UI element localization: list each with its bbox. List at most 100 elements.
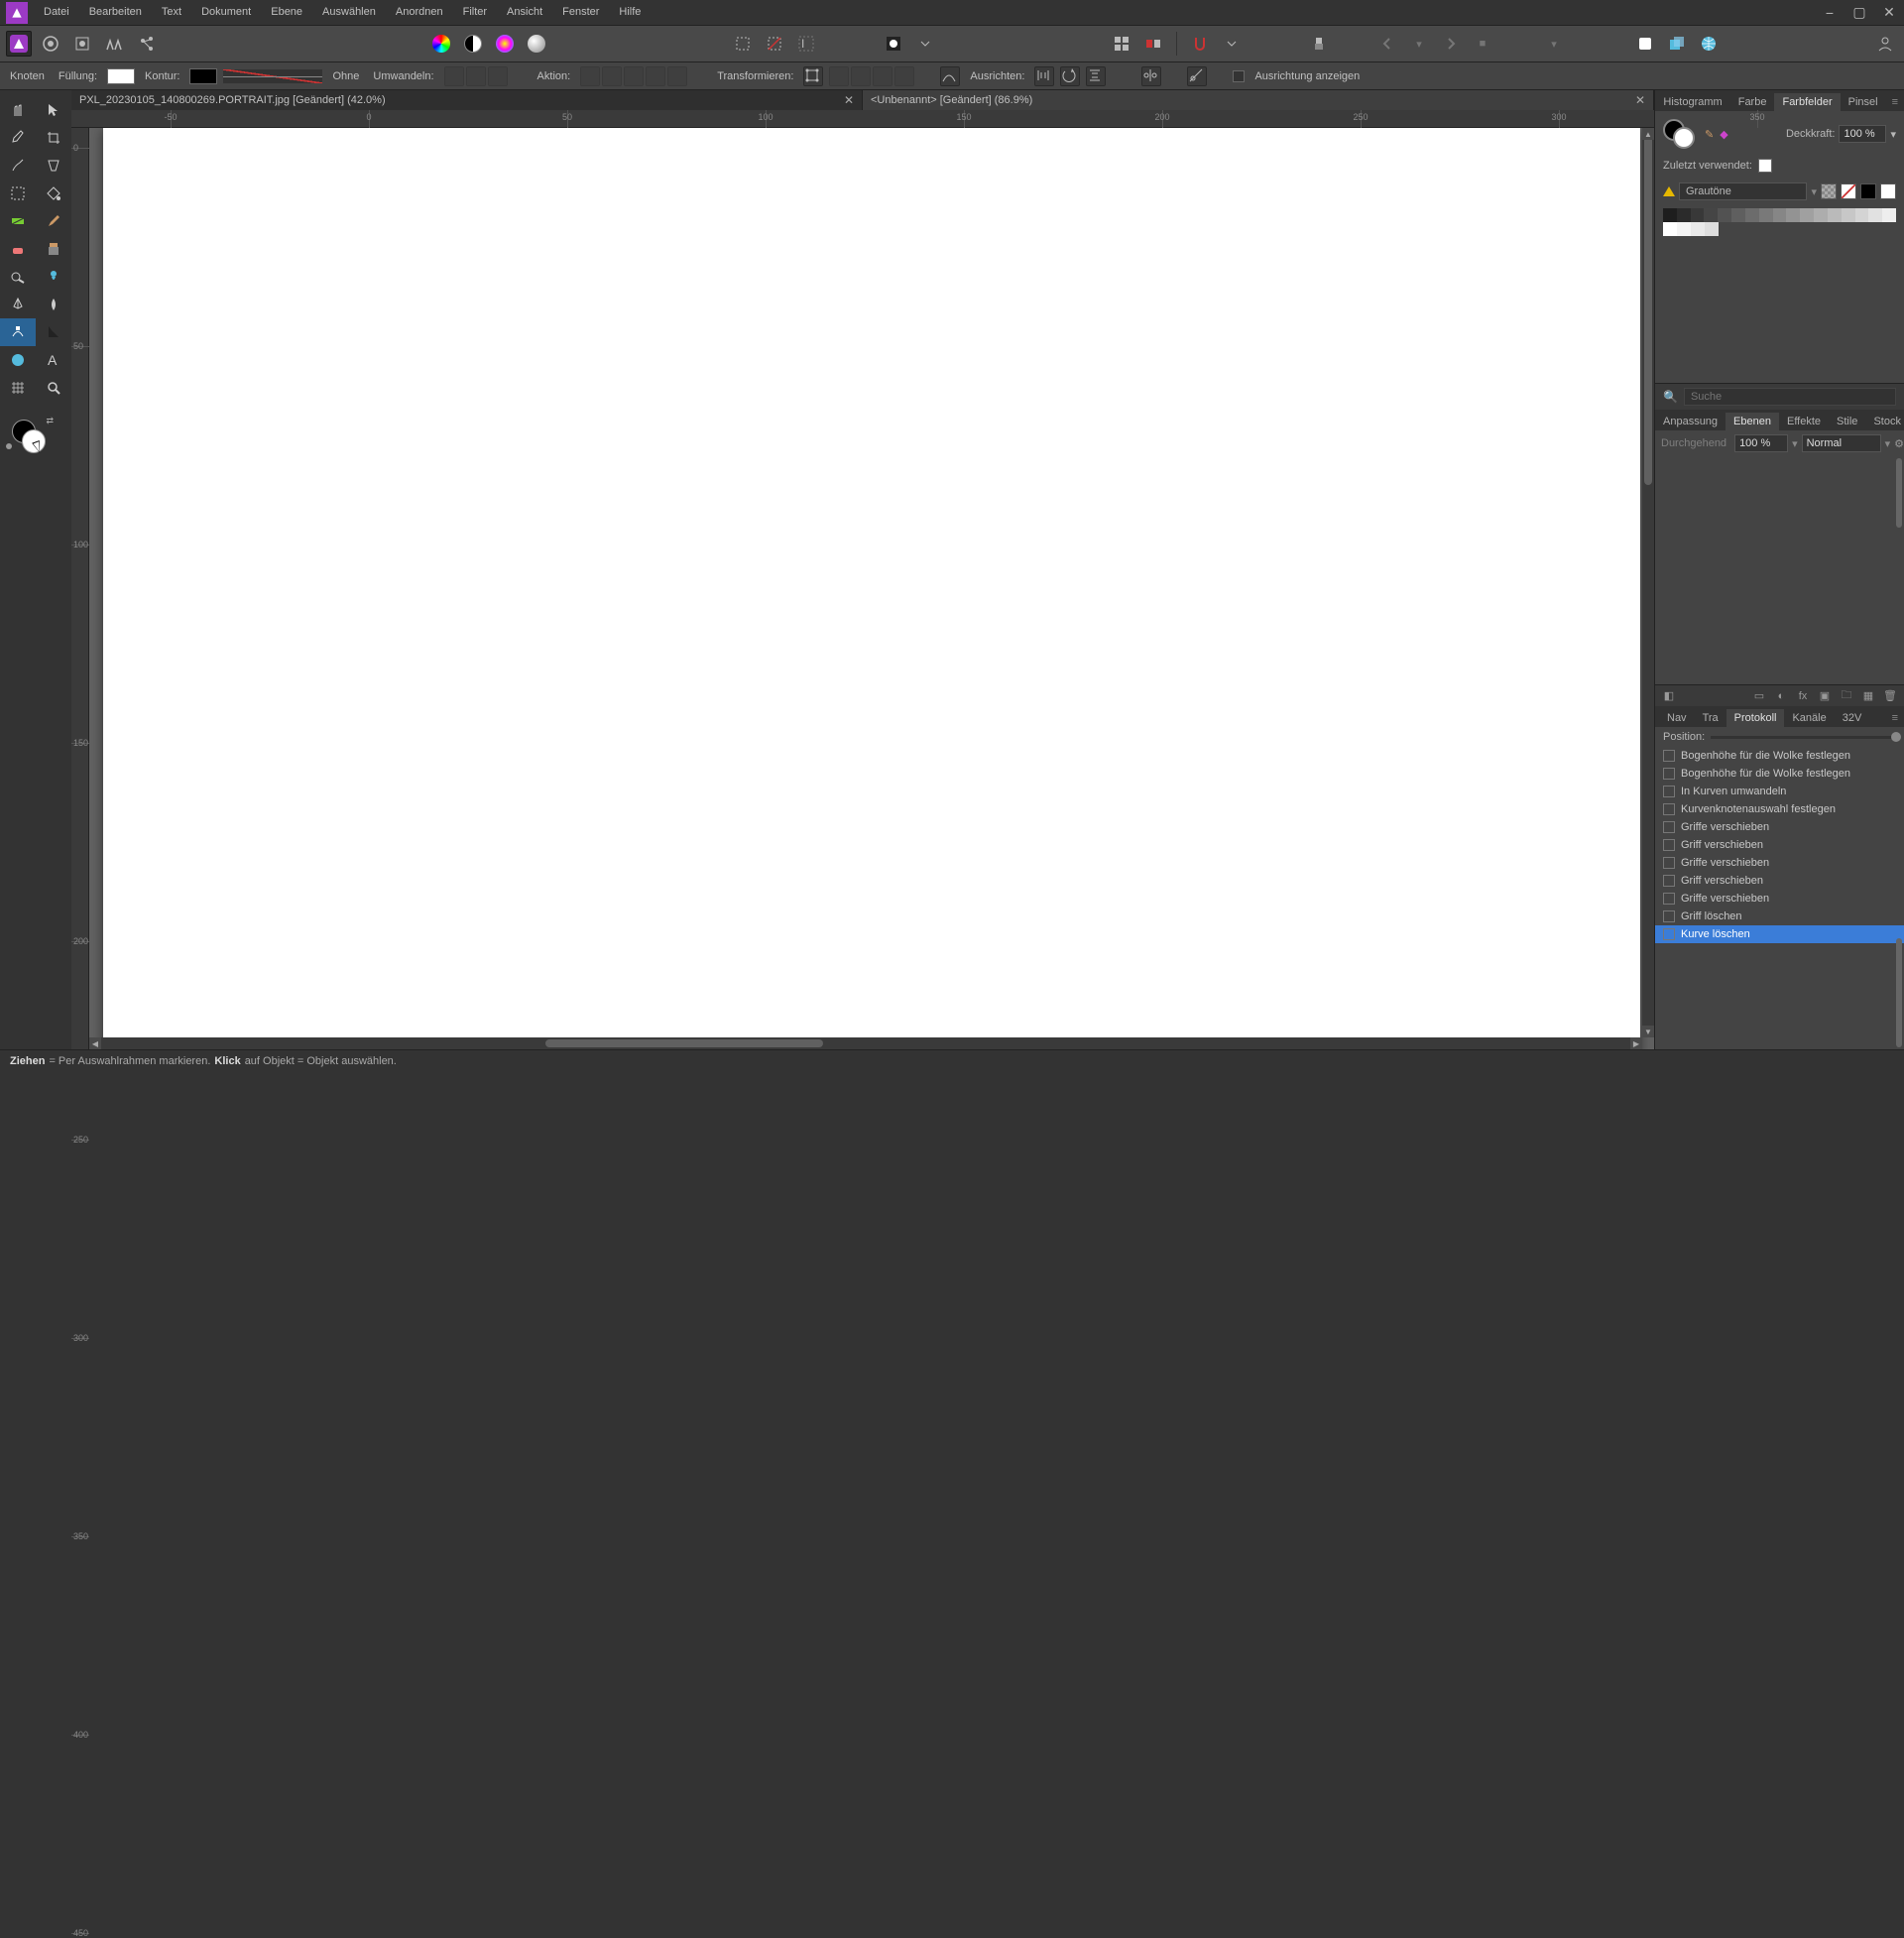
palette-view-grid-icon[interactable] [1821,183,1837,199]
tab-pinsel[interactable]: Pinsel [1841,93,1886,111]
cloud-doc-icon[interactable] [1632,31,1658,57]
assistant-icon[interactable] [1306,31,1332,57]
swap-colors-icon[interactable]: ⇄ [46,416,54,426]
recent-swatch[interactable] [1758,159,1772,173]
tab-protokoll[interactable]: Protokoll [1726,709,1785,727]
gray-swatch[interactable] [1842,208,1855,222]
gray-swatch[interactable] [1828,208,1842,222]
tab-farbfelder[interactable]: Farbfelder [1774,93,1840,111]
maximize-button[interactable]: ▢ [1844,0,1874,25]
persona-export[interactable] [133,31,159,57]
close-tab-1-icon[interactable]: ✕ [1635,93,1645,107]
selection-rect-icon[interactable] [730,31,756,57]
text-tool[interactable]: A [36,346,71,374]
transform-mode-button[interactable] [803,66,823,86]
history-scroll-thumb[interactable] [1896,938,1902,1047]
layer-blend-dropdown-icon[interactable]: ▾ [1885,437,1891,450]
palette-none-icon[interactable] [1841,183,1856,199]
show-align-checkbox[interactable] [1233,70,1245,82]
selection-brush-tool[interactable] [0,152,36,180]
tab-ebenen[interactable]: Ebenen [1726,413,1779,430]
gray-swatch[interactable] [1705,222,1719,236]
close-button[interactable]: ✕ [1874,0,1904,25]
gray-swatch[interactable] [1800,208,1814,222]
history-item[interactable]: Griff verschieben [1655,836,1904,854]
bw-icon[interactable] [460,31,486,57]
gray-swatch[interactable] [1663,208,1677,222]
tab-stock[interactable]: Stock [1865,413,1904,430]
panel-menu-icon[interactable]: ≡ [1886,93,1904,111]
shade-icon[interactable] [524,31,549,57]
history-item[interactable]: Griff verschieben [1655,872,1904,890]
gray-swatch[interactable] [1773,208,1787,222]
shape-tool[interactable] [0,346,36,374]
history-slider-handle[interactable] [1891,732,1901,742]
canvas-viewport[interactable]: ▲ ▼ ◀ ▶ [89,128,1654,1049]
history-item[interactable]: Griffe verschieben [1655,854,1904,872]
layer-opacity-dropdown-icon[interactable]: ▾ [1792,437,1798,450]
menu-dokument[interactable]: Dokument [191,0,261,25]
scrollbar-v-thumb[interactable] [1644,128,1652,485]
scroll-right-icon[interactable]: ▶ [1630,1037,1642,1049]
gray-swatch[interactable] [1663,222,1677,236]
grid-icon[interactable] [1109,31,1134,57]
flood-select-tool[interactable] [36,152,71,180]
palette-black-icon[interactable] [1860,183,1876,199]
cloud-globe-icon[interactable] [1696,31,1722,57]
reset-colors-icon[interactable] [6,443,12,449]
menu-bearbeiten[interactable]: Bearbeiten [79,0,152,25]
layers-scroll-thumb[interactable] [1896,458,1902,528]
stroke-width-slider[interactable] [223,69,322,83]
close-tab-0-icon[interactable]: ✕ [844,93,854,107]
layer-opacity-input[interactable] [1734,434,1788,452]
gray-swatch[interactable] [1677,222,1691,236]
persona-develop[interactable] [69,31,95,57]
scroll-left-icon[interactable]: ◀ [89,1037,101,1049]
align-flip-v-button[interactable] [1086,66,1106,86]
tab-histogramm[interactable]: Histogramm [1655,93,1729,111]
persona-tone[interactable] [101,31,127,57]
dodge-tool[interactable] [0,263,36,291]
gray-swatch[interactable] [1691,208,1705,222]
fg-bg-color[interactable]: ⇄ [12,420,52,459]
snap-dropdown-icon[interactable] [1219,31,1245,57]
color-picker-tool[interactable] [0,124,36,152]
history-item[interactable]: In Kurven umwandeln [1655,783,1904,800]
quicktool-mask-icon[interactable] [881,31,906,57]
layer-adjust-icon[interactable]: ◐ [1773,688,1789,704]
minimize-button[interactable]: − [1815,0,1844,25]
gray-swatch[interactable] [1704,208,1718,222]
scrollbar-horizontal[interactable]: ◀ ▶ [89,1037,1642,1049]
layer-folder-icon[interactable]: 🗀 [1839,688,1854,704]
brush-tool[interactable] [36,207,71,235]
menu-hilfe[interactable]: Hilfe [609,0,651,25]
marquee-tool[interactable] [0,180,36,207]
scroll-up-icon[interactable]: ▲ [1642,128,1654,140]
menu-fenster[interactable]: Fenster [552,0,609,25]
gray-swatch[interactable] [1882,208,1896,222]
gray-swatch[interactable] [1718,208,1731,222]
snap-node-button[interactable] [1141,66,1161,86]
scroll-down-icon[interactable]: ▼ [1642,1026,1654,1037]
color-wheel-icon[interactable] [428,31,454,57]
smudge-tool[interactable] [36,291,71,318]
gray-swatch[interactable] [1786,208,1800,222]
eyedropper-icon[interactable]: ✎ [1705,128,1714,141]
menu-ebene[interactable]: Ebene [261,0,312,25]
gray-swatch[interactable] [1731,208,1745,222]
layer-fx-icon[interactable]: fx [1795,688,1811,704]
selection-deselect-icon[interactable] [762,31,787,57]
tab-anpassung[interactable]: Anpassung [1655,413,1726,430]
tab-nav[interactable]: Nav [1659,709,1695,727]
history-slider[interactable] [1711,736,1896,739]
palette-select[interactable]: Grautöne [1679,182,1807,200]
mesh-tool[interactable] [0,374,36,402]
history-item[interactable]: Griffe verschieben [1655,890,1904,908]
tab-farbe[interactable]: Farbe [1730,93,1775,111]
history-item[interactable]: Bogenhöhe für die Wolke festlegen [1655,747,1904,765]
tab-kanaele[interactable]: Kanäle [1784,709,1834,727]
fill-tool[interactable] [36,180,71,207]
node-tool[interactable] [0,318,36,346]
document-tab-1[interactable]: <Unbenannt> [Geändert] (86.9%) ✕ [863,90,1654,110]
palette-white-icon[interactable] [1880,183,1896,199]
